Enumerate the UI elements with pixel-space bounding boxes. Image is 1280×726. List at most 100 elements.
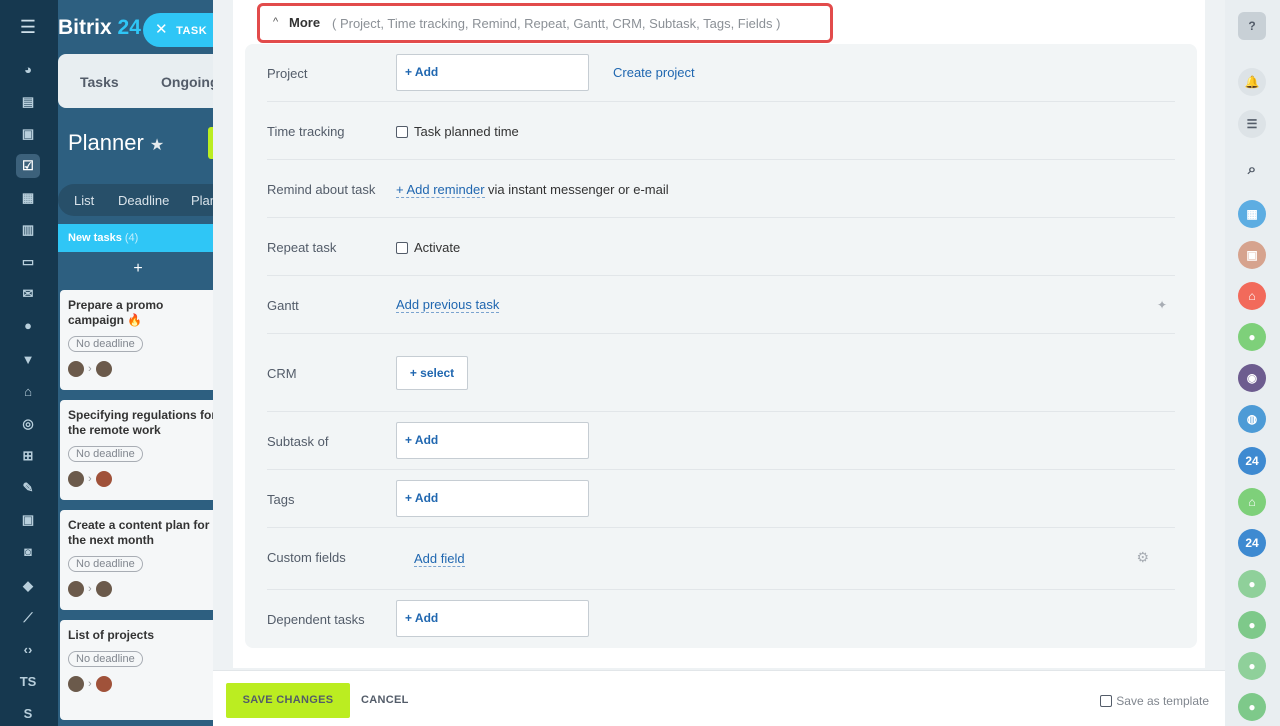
form-footer: SAVE CHANGES CANCEL Save as template <box>213 670 1225 726</box>
column-header: New tasks (4) <box>58 224 218 252</box>
robot-icon[interactable]: ◙ <box>16 540 40 564</box>
tasks-icon[interactable]: ☑ <box>16 154 40 178</box>
ts-item[interactable]: TS <box>16 670 40 694</box>
deadline-badge: No deadline <box>68 651 143 667</box>
contact-chat-icon[interactable]: ▣ <box>1238 241 1266 269</box>
right-rail: ? 🔔 ☰ ⌕ ▦ ▣ ⌂ ● ◉ ◍ 24 ⌂ 24 ● ● ● ● <box>1225 0 1280 726</box>
view-tabs: List Deadline Plan <box>58 184 218 216</box>
users-chat-icon[interactable]: ● <box>1238 611 1266 639</box>
crm-select-button[interactable]: + select <box>396 356 468 390</box>
documents-icon[interactable]: ▥ <box>16 218 40 242</box>
avatar <box>95 675 112 692</box>
more-fields-panel: Project + Add Create project Time tracki… <box>245 44 1197 648</box>
tags-add-button[interactable]: + Add <box>396 480 589 517</box>
group-chat-icon[interactable]: ◍ <box>1238 405 1266 433</box>
groups-icon[interactable]: ● <box>16 314 40 338</box>
gantt-row: Gantt Add previous task ✦ <box>267 276 1175 334</box>
avatar <box>95 580 112 597</box>
lock-chat-icon[interactable]: ⌂ <box>1238 488 1266 516</box>
users-chat-icon[interactable]: ● <box>1238 693 1266 721</box>
mail-icon[interactable]: ✉ <box>16 282 40 306</box>
add-card-button[interactable]: + <box>58 260 218 278</box>
task-card[interactable]: Prepare a promo campaign 🔥 No deadline › <box>60 290 218 390</box>
deadline-badge: No deadline <box>68 336 143 352</box>
avatar[interactable]: ◉ <box>1238 364 1266 392</box>
bank-icon[interactable]: ⌂ <box>16 380 40 404</box>
deadline-badge: No deadline <box>68 556 143 572</box>
left-navigation: ☰ ◕ ▤ ▣ ☑ ▦ ▥ ▭ ✉ ● ▼ ⌂ ◎ ⊞ ✎ ▣ ◙ ◆ ⟋ ‹›… <box>0 0 58 726</box>
more-fields-list: ( Project, Time tracking, Remind, Repeat… <box>332 16 781 31</box>
chevron-up-icon: ^ <box>273 16 279 28</box>
bitrix-logo: Bitrix 24 <box>58 16 141 39</box>
bell-icon[interactable]: 🔔 <box>1238 68 1266 96</box>
filter-icon[interactable]: ▼ <box>16 348 40 372</box>
menu-icon[interactable]: ☰ <box>18 17 38 37</box>
dependent-tasks-row: Dependent tasks + Add <box>267 590 1175 648</box>
task-slider-tab[interactable]: ✕ TASK <box>143 13 218 47</box>
code-icon[interactable]: ‹› <box>16 638 40 662</box>
cart-icon[interactable]: ⊞ <box>16 444 40 468</box>
help-icon[interactable]: ? <box>1238 12 1266 40</box>
bitrix24-chat-icon[interactable]: 24 <box>1238 447 1266 475</box>
contact-card-icon[interactable]: ▣ <box>16 508 40 532</box>
repeat-activate-checkbox[interactable] <box>396 242 408 254</box>
target-icon[interactable]: ◎ <box>16 412 40 436</box>
project-row: Project + Add Create project <box>267 44 1175 102</box>
tab-ongoing[interactable]: Ongoing <box>161 74 218 90</box>
gear-icon[interactable]: ⚙ <box>1136 549 1149 566</box>
box-icon[interactable]: ◆ <box>16 574 40 598</box>
dependent-add-button[interactable]: + Add <box>396 600 589 637</box>
background-planner: Bitrix 24 ✕ TASK Tasks Ongoing Planner ★ L… <box>58 0 218 726</box>
calendar-icon[interactable]: ▦ <box>16 186 40 210</box>
time-tracking-row: Time tracking Task planned time <box>267 102 1175 160</box>
messages-icon[interactable]: ☰ <box>1238 110 1266 138</box>
task-form: ^ More ( Project, Time tracking, Remind,… <box>233 0 1205 668</box>
save-as-template-checkbox[interactable] <box>1100 695 1113 707</box>
close-icon: ✕ <box>155 21 169 38</box>
search-icon[interactable]: ⌕ <box>1238 156 1266 184</box>
subtask-add-button[interactable]: + Add <box>396 422 589 459</box>
marketing-icon[interactable]: ⟋ <box>16 606 40 630</box>
calendar-chat-icon[interactable]: ▦ <box>1238 200 1266 228</box>
save-changes-button[interactable]: SAVE CHANGES <box>226 683 350 718</box>
add-previous-task-link[interactable]: Add previous task <box>396 297 500 313</box>
star-icon[interactable]: ★ <box>150 137 164 154</box>
task-edit-slider: ^ More ( Project, Time tracking, Remind,… <box>213 0 1225 726</box>
bitrix24-chat-icon[interactable]: 24 <box>1238 529 1266 557</box>
lock-chat-icon[interactable]: ⌂ <box>1238 282 1266 310</box>
avatar <box>68 360 84 377</box>
users-chat-icon[interactable]: ● <box>1238 570 1266 598</box>
repeat-row: Repeat task Activate <box>267 218 1175 276</box>
task-planned-time-checkbox[interactable] <box>396 126 408 138</box>
pin-icon[interactable]: ✦ <box>1157 298 1167 312</box>
deadline-badge: No deadline <box>68 446 143 462</box>
users-chat-icon[interactable]: ● <box>1238 652 1266 680</box>
s-item[interactable]: S <box>16 702 40 726</box>
add-reminder-link[interactable]: + Add reminder <box>396 182 485 198</box>
view-tab-list[interactable]: List <box>74 193 94 208</box>
task-card[interactable]: Create a content plan for the next month… <box>60 510 218 610</box>
view-tab-deadline[interactable]: Deadline <box>118 193 169 208</box>
signature-icon[interactable]: ✎ <box>16 476 40 500</box>
avatar <box>95 360 112 377</box>
create-project-link[interactable]: Create project <box>613 65 695 80</box>
chat-icon[interactable]: ▣ <box>16 122 40 146</box>
task-card[interactable]: List of projects No deadline › <box>60 620 218 720</box>
custom-fields-row: Custom fields Add field ⚙ <box>267 528 1175 590</box>
task-card[interactable]: Specifying regulations for the remote wo… <box>60 400 218 500</box>
project-add-button[interactable]: + Add <box>396 54 589 91</box>
news-icon[interactable]: ▤ <box>16 90 40 114</box>
add-field-link[interactable]: Add field <box>414 551 465 567</box>
save-as-template[interactable]: Save as template <box>1100 694 1209 708</box>
drive-icon[interactable]: ▭ <box>16 250 40 274</box>
top-tabs: Tasks Ongoing <box>58 54 218 108</box>
more-toggle[interactable]: ^ More ( Project, Time tracking, Remind,… <box>257 3 833 43</box>
crm-row: CRM + select <box>267 334 1175 412</box>
user-chat-icon[interactable]: ● <box>1238 323 1266 351</box>
avatar <box>68 470 84 487</box>
tab-tasks[interactable]: Tasks <box>80 74 119 90</box>
feed-icon[interactable]: ◕ <box>16 58 40 82</box>
cancel-button[interactable]: CANCEL <box>361 694 409 706</box>
remind-row: Remind about task + Add reminder via ins… <box>267 160 1175 218</box>
page-title: Planner ★ <box>68 130 165 155</box>
